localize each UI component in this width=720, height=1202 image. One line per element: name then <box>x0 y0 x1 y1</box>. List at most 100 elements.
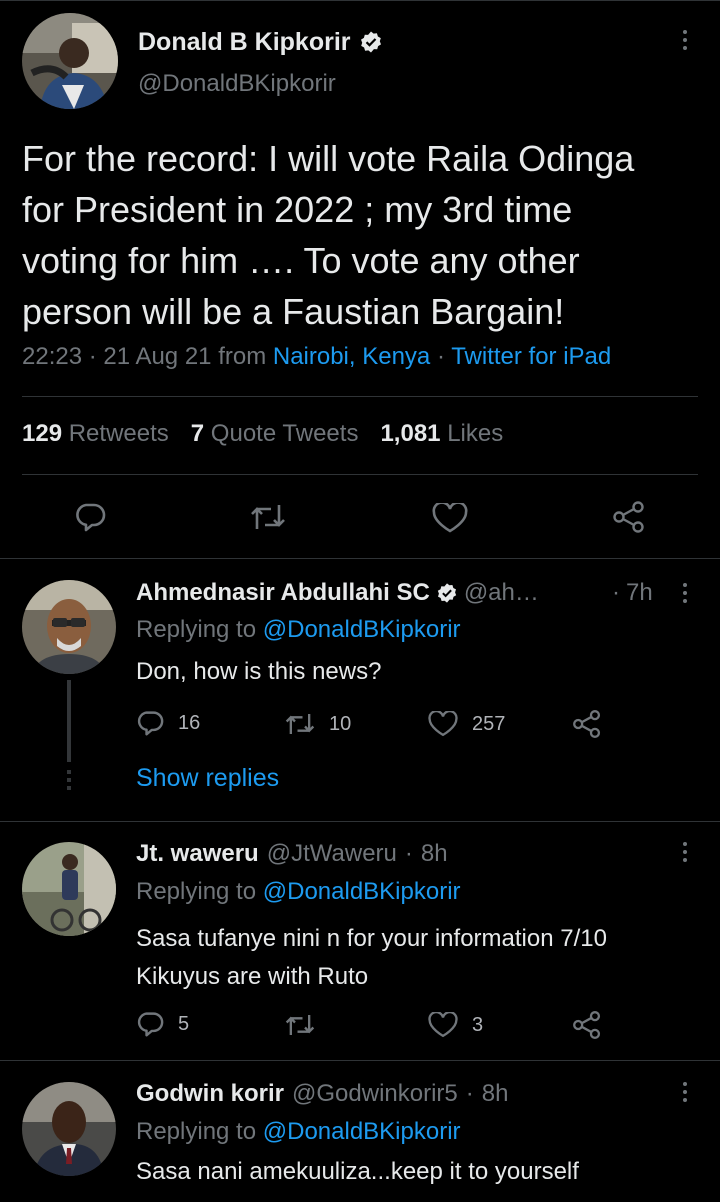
retweet-icon <box>285 1015 315 1035</box>
quotes-count: 7 <box>190 420 205 447</box>
retweet-button[interactable]: 10 <box>285 712 351 736</box>
replying-to: Replying to @DonaldBKipkorir <box>136 1118 461 1146</box>
retweets-stat[interactable]: 129 Retweets <box>22 420 169 448</box>
replying-to-handle[interactable]: @DonaldBKipkorir <box>263 1118 461 1145</box>
reply-author-name[interactable]: Ahmednasir Abdullahi SC <box>136 579 430 607</box>
more-icon[interactable] <box>682 842 688 862</box>
like-count: 3 <box>472 1013 484 1036</box>
divider <box>22 474 698 475</box>
more-icon[interactable] <box>682 583 688 603</box>
retweet-icon <box>285 714 315 734</box>
more-icon[interactable] <box>682 1082 688 1102</box>
share-icon <box>613 501 644 533</box>
separator: · <box>88 343 97 370</box>
tweet-text-line: For the record: I will vote Raila Odinga <box>22 138 635 179</box>
likes-label: Likes <box>447 420 504 447</box>
tweet-text-line: person will be a Faustian Bargain! <box>22 291 565 332</box>
engagement-stats: 129 Retweets 7 Quote Tweets 1,081 Likes <box>22 420 503 448</box>
replying-to: Replying to @DonaldBKipkorir <box>136 616 461 644</box>
reply-text-line: Sasa tufanye nini n for your information… <box>136 925 607 952</box>
more-icon[interactable] <box>682 30 688 50</box>
like-button[interactable]: 3 <box>428 1012 483 1038</box>
likes-stat[interactable]: 1,081 Likes <box>380 420 503 448</box>
reply-author-avatar[interactable] <box>22 580 116 674</box>
reply-header: Jt. waweru @JtWaweru · 8h <box>136 838 448 870</box>
share-button[interactable] <box>572 709 602 739</box>
tweet-client-link[interactable]: Twitter for iPad <box>451 343 611 370</box>
reply-button[interactable] <box>74 502 106 532</box>
like-button[interactable] <box>432 503 468 533</box>
from-label: from <box>218 343 267 370</box>
likes-count: 1,081 <box>380 420 441 447</box>
retweets-label: Retweets <box>68 420 169 447</box>
like-icon <box>432 503 468 533</box>
tweet-time: 22:23 <box>22 343 83 370</box>
tweet-location-link[interactable]: Nairobi, Kenya <box>273 343 430 370</box>
replying-to-label: Replying to <box>136 1118 257 1145</box>
reply-count: 5 <box>178 1012 190 1035</box>
reply-text-line: Kikuyus are with Ruto <box>136 963 369 990</box>
divider <box>0 558 720 559</box>
like-icon <box>428 1012 458 1038</box>
tweet-text-line: voting for him …. To vote any other <box>22 240 580 281</box>
retweet-count: 10 <box>329 712 352 735</box>
reply-author-avatar[interactable] <box>22 842 116 936</box>
separator: · <box>612 579 620 606</box>
divider <box>22 396 698 397</box>
reply-text: Sasa tufanye nini n for your information… <box>136 920 607 996</box>
replying-to: Replying to @DonaldBKipkorir <box>136 878 461 906</box>
show-replies-link[interactable]: Show replies <box>136 764 279 793</box>
quotes-label: Quote Tweets <box>210 420 359 447</box>
reply-button[interactable]: 16 <box>136 710 200 736</box>
reply-icon <box>137 1012 164 1037</box>
share-icon <box>573 1011 601 1039</box>
share-button[interactable] <box>572 1010 602 1040</box>
main-tweet-text: For the record: I will vote Raila Odinga… <box>22 133 712 337</box>
separator: · <box>404 840 413 867</box>
reply-author-handle[interactable]: @JtWaweru <box>267 840 397 868</box>
thread-line <box>67 680 71 762</box>
like-button[interactable]: 257 <box>428 711 505 737</box>
reply-button[interactable]: 5 <box>136 1011 189 1037</box>
replying-to-label: Replying to <box>136 878 257 905</box>
retweet-icon <box>251 505 285 529</box>
retweet-button[interactable] <box>285 1013 315 1037</box>
reply-timestamp: 8h <box>420 840 448 867</box>
reply-icon <box>137 711 164 736</box>
share-icon <box>573 710 601 738</box>
tweet-meta: 22:23 · 21 Aug 21 from Nairobi, Kenya · … <box>22 343 611 371</box>
main-author-handle[interactable]: @DonaldBKipkorir <box>138 70 336 98</box>
reply-timestamp: 8h <box>481 1080 509 1107</box>
main-author-avatar[interactable] <box>22 13 118 109</box>
reply-time: · 7h <box>612 577 653 609</box>
separator: · <box>436 343 445 370</box>
reply-timestamp: 7h <box>626 579 653 606</box>
reply-icon <box>76 503 106 532</box>
reply-author-handle[interactable]: @Godwinkorir5 <box>292 1080 458 1108</box>
main-author-name[interactable]: Donald B Kipkorir <box>138 28 351 57</box>
thread-dots <box>67 770 71 790</box>
quotes-stat[interactable]: 7 Quote Tweets <box>191 420 359 448</box>
divider <box>0 821 720 822</box>
tweet-date: 21 Aug 21 <box>103 343 212 370</box>
like-icon <box>428 711 458 737</box>
reply-author-name[interactable]: Godwin korir <box>136 1080 284 1108</box>
reply-text: Sasa nani amekuuliza...keep it to yourse… <box>136 1158 579 1185</box>
verified-icon <box>436 582 458 604</box>
top-border <box>0 0 720 1</box>
reply-text: Don, how is this news? <box>136 658 382 685</box>
reply-author-handle[interactable]: @ah… <box>464 579 539 607</box>
separator: · <box>465 1080 474 1107</box>
replying-to-handle[interactable]: @DonaldBKipkorir <box>263 616 461 643</box>
replying-to-handle[interactable]: @DonaldBKipkorir <box>263 878 461 905</box>
verified-icon <box>359 30 383 54</box>
reply-header: Godwin korir @Godwinkorir5 · 8h <box>136 1078 508 1110</box>
retweet-button[interactable] <box>250 503 286 531</box>
reply-author-avatar[interactable] <box>22 1082 116 1176</box>
share-button[interactable] <box>612 500 646 534</box>
reply-author-name[interactable]: Jt. waweru <box>136 840 259 868</box>
reply-count: 16 <box>178 711 201 734</box>
reply-header: Ahmednasir Abdullahi SC @ah… <box>136 577 539 609</box>
like-count: 257 <box>472 712 506 735</box>
main-author-name-row[interactable]: Donald B Kipkorir <box>138 26 383 58</box>
